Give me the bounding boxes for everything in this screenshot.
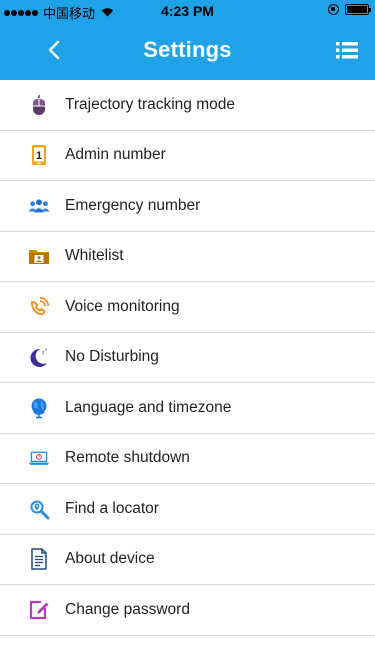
- settings-item-trajectory-tracking[interactable]: Trajectory tracking mode: [0, 80, 375, 131]
- settings-item-no-disturbing[interactable]: z z No Disturbing: [0, 333, 375, 383]
- settings-item-find-locator[interactable]: Find a locator: [0, 484, 375, 535]
- globe-icon: [28, 397, 50, 419]
- settings-item-language-timezone[interactable]: Language and timezone: [0, 383, 375, 434]
- folder-contact-icon: [28, 245, 50, 267]
- settings-item-label: Voice monitoring: [65, 297, 180, 315]
- document-icon: [28, 548, 50, 570]
- status-time: 4:23 PM: [161, 3, 214, 19]
- settings-item-admin-number[interactable]: 1 Admin number: [0, 131, 375, 181]
- settings-item-emergency-number[interactable]: Emergency number: [0, 181, 375, 232]
- status-bar: 中国移动 4:23 PM: [0, 0, 375, 21]
- back-button[interactable]: [44, 37, 64, 63]
- phone-ringing-icon: [28, 296, 50, 318]
- edit-icon: [28, 599, 50, 621]
- list-menu-icon: [336, 42, 358, 59]
- search-location-icon: [28, 498, 50, 520]
- settings-item-label: Find a locator: [65, 499, 159, 517]
- rotation-lock-icon: [328, 4, 339, 15]
- svg-text:z: z: [45, 347, 48, 352]
- nav-bar: Settings: [0, 20, 375, 80]
- settings-item-label: Language and timezone: [65, 398, 232, 416]
- svg-text:1: 1: [36, 150, 42, 162]
- settings-item-label: Emergency number: [65, 196, 201, 214]
- settings-list: Trajectory tracking mode 1 Admin number: [0, 80, 375, 636]
- settings-item-label: Whitelist: [65, 247, 124, 265]
- chevron-left-icon: [48, 40, 60, 60]
- settings-item-about-device[interactable]: About device: [0, 535, 375, 585]
- moon-sleep-icon: z z: [28, 346, 50, 368]
- settings-item-remote-shutdown[interactable]: Remote shutdown: [0, 434, 375, 484]
- battery-icon: [345, 4, 371, 15]
- laptop-power-icon: [28, 447, 50, 469]
- settings-item-label: Change password: [65, 600, 190, 618]
- settings-screen: 中国移动 4:23 PM Settings Trajectory trackin…: [0, 0, 375, 656]
- settings-item-label: Admin number: [65, 146, 166, 164]
- page-title: Settings: [143, 37, 232, 62]
- phone-one-icon: 1: [28, 144, 50, 166]
- settings-item-label: Remote shutdown: [65, 449, 190, 467]
- settings-item-change-password[interactable]: Change password: [0, 585, 375, 636]
- settings-item-label: No Disturbing: [65, 348, 159, 366]
- settings-item-label: Trajectory tracking mode: [65, 95, 235, 113]
- status-right: [328, 4, 371, 15]
- settings-item-voice-monitoring[interactable]: Voice monitoring: [0, 282, 375, 333]
- menu-button[interactable]: [335, 38, 359, 62]
- mouse-icon: [28, 94, 50, 116]
- settings-item-label: About device: [65, 550, 155, 568]
- contacts-group-icon: [28, 195, 50, 217]
- settings-item-whitelist[interactable]: Whitelist: [0, 232, 375, 282]
